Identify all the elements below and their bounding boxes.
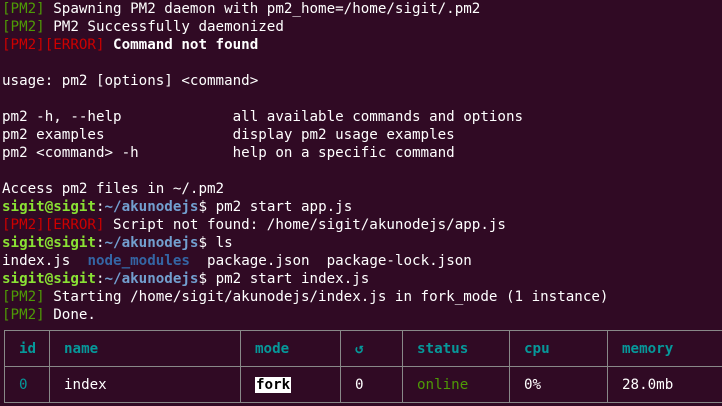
mode-badge: fork xyxy=(255,376,292,393)
column-header-restarts: ↺ xyxy=(340,330,403,367)
pm2-tag: [PM2] xyxy=(2,19,45,35)
column-header-status: status xyxy=(402,330,510,367)
error-message: Command not found xyxy=(104,37,259,53)
terminal-line: pm2 -h, --help all available commands an… xyxy=(2,108,722,126)
prompt-user: sigit@sigit xyxy=(2,235,96,251)
ls-output: index.js node_modules package.json packa… xyxy=(2,252,722,270)
line-text: pm2 <command> -h help on a specific comm… xyxy=(2,145,455,161)
line-text: PM2 Successfully daemonized xyxy=(44,19,284,35)
directory-entry: node_modules xyxy=(87,253,190,269)
prompt-separator: : xyxy=(95,199,105,215)
column-header-id: id xyxy=(4,330,50,367)
line-text: Script not found: /home/sigit/akunodejs/… xyxy=(104,217,506,233)
line-text: pm2 examples display pm2 usage examples xyxy=(2,127,455,143)
cell-mode: fork xyxy=(240,366,341,403)
process-table: id name mode ↺ status cpu memory 0 index… xyxy=(4,330,722,403)
line-text: Access pm2 files in ~/.pm2 xyxy=(2,181,225,197)
terminal-line: [PM2] Starting /home/sigit/akunodejs/ind… xyxy=(2,288,722,306)
prompt-path: ~/akunodejs xyxy=(104,199,199,215)
prompt-path: ~/akunodejs xyxy=(104,235,199,251)
pm2-tag: [PM2] xyxy=(2,307,45,323)
line-text: Spawning PM2 daemon with pm2_home=/home/… xyxy=(44,1,481,17)
terminal-line: usage: pm2 [options] <command> xyxy=(2,72,722,90)
prompt-symbol: $ xyxy=(198,235,208,251)
prompt-separator: : xyxy=(95,271,105,287)
pm2-tag: [PM2] xyxy=(2,289,45,305)
cell-cpu: 0% xyxy=(509,366,608,403)
line-text: Starting /home/sigit/akunodejs/index.js … xyxy=(44,289,609,305)
cell-restarts: 0 xyxy=(340,366,403,403)
prompt-symbol: $ xyxy=(198,271,208,287)
command-text: ls xyxy=(207,235,233,251)
prompt-user: sigit@sigit xyxy=(2,199,96,215)
column-header-mode: mode xyxy=(240,330,341,367)
terminal-line: [PM2] Spawning PM2 daemon with pm2_home=… xyxy=(2,0,722,18)
terminal-line: Access pm2 files in ~/.pm2 xyxy=(2,180,722,198)
cell-status: online xyxy=(402,366,510,403)
prompt-line: sigit@sigit:~/akunodejs$ ls xyxy=(2,234,722,252)
error-tag: [PM2][ERROR] xyxy=(2,217,105,233)
terminal-line: [PM2] Done. xyxy=(2,306,722,324)
line-text: pm2 -h, --help all available commands an… xyxy=(2,109,524,125)
pm2-tag: [PM2] xyxy=(2,1,45,17)
terminal-line: [PM2][ERROR] Command not found xyxy=(2,36,722,54)
line-text: Done. xyxy=(44,307,96,323)
file-entry: index.js xyxy=(2,253,71,269)
prompt-user: sigit@sigit xyxy=(2,271,96,287)
line-text: usage: pm2 [options] <command> xyxy=(2,73,259,89)
terminal-output: [PM2] Spawning PM2 daemon with pm2_home=… xyxy=(2,0,722,324)
column-header-cpu: cpu xyxy=(509,330,608,367)
command-text: pm2 start index.js xyxy=(207,271,370,287)
column-header-memory: memory xyxy=(607,330,722,367)
file-entry: package-lock.json xyxy=(326,253,472,269)
table-row: 0 index fork 0 online 0% 28.0mb xyxy=(4,366,722,403)
terminal-line: pm2 <command> -h help on a specific comm… xyxy=(2,144,722,162)
prompt-separator: : xyxy=(95,235,105,251)
cell-name: index xyxy=(49,366,241,403)
error-tag: [PM2][ERROR] xyxy=(2,37,105,53)
terminal-line: [PM2] PM2 Successfully daemonized xyxy=(2,18,722,36)
terminal-line: [PM2][ERROR] Script not found: /home/sig… xyxy=(2,216,722,234)
command-text: pm2 start app.js xyxy=(207,199,353,215)
terminal-line: pm2 examples display pm2 usage examples xyxy=(2,126,722,144)
cell-id: 0 xyxy=(4,366,50,403)
prompt-symbol: $ xyxy=(198,199,208,215)
prompt-line: sigit@sigit:~/akunodejs$ pm2 start app.j… xyxy=(2,198,722,216)
prompt-path: ~/akunodejs xyxy=(104,271,199,287)
file-entry: package.json xyxy=(207,253,310,269)
column-header-name: name xyxy=(49,330,241,367)
table-header-row: id name mode ↺ status cpu memory xyxy=(4,330,722,367)
prompt-line: sigit@sigit:~/akunodejs$ pm2 start index… xyxy=(2,270,722,288)
cell-memory: 28.0mb xyxy=(607,366,722,403)
